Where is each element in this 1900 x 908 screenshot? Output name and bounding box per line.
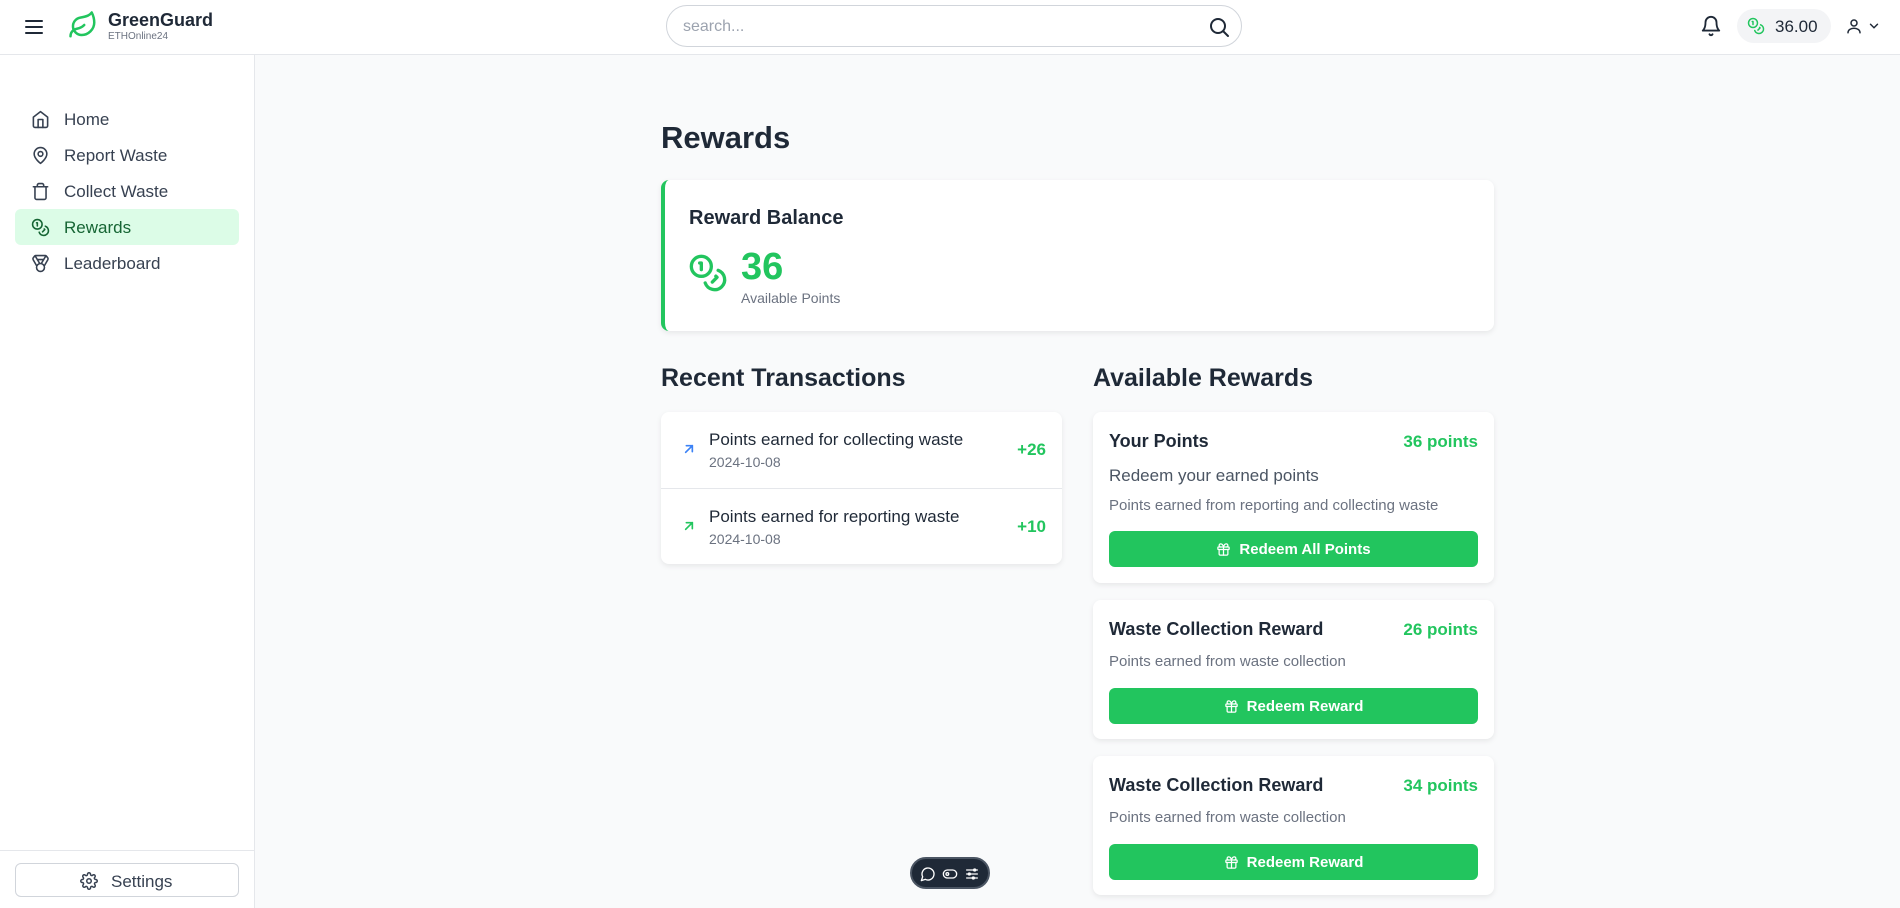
transaction-amount: +26: [1017, 440, 1046, 459]
brand: GreenGuard ETHOnline24: [108, 10, 213, 43]
home-icon: [32, 110, 49, 129]
reward-points: 36 points: [1403, 432, 1478, 451]
settings-sliders-icon[interactable]: [964, 866, 980, 882]
settings-label: Settings: [111, 872, 173, 891]
transaction-date: 2024-10-08: [709, 454, 781, 470]
sidebar-item-label: Home: [64, 110, 110, 129]
settings-button[interactable]: Settings: [15, 863, 239, 897]
transaction-amount: +10: [1017, 517, 1046, 536]
reward-description: Points earned from waste collection: [1109, 809, 1346, 826]
reward-card-waste-collection: Waste Collection Reward 26 points Points…: [1093, 600, 1494, 739]
sidebar-item-home[interactable]: Home: [15, 101, 239, 137]
coins-icon: [31, 218, 50, 237]
arrow-up-right-icon: [684, 521, 694, 531]
coins-icon: [689, 254, 727, 292]
toggle-icon[interactable]: [942, 866, 958, 882]
balance-chip[interactable]: 36.00: [1737, 9, 1831, 43]
sidebar-item-label: Leaderboard: [64, 254, 161, 273]
coins-icon: [1747, 17, 1765, 35]
reward-name: Waste Collection Reward: [1109, 775, 1324, 795]
reward-points: 26 points: [1403, 620, 1478, 639]
sidebar-item-label: Report Waste: [64, 146, 168, 165]
transactions-list: Points earned for collecting waste 2024-…: [661, 412, 1062, 564]
brand-subtitle: ETHOnline24: [108, 31, 169, 42]
reward-name: Your Points: [1109, 431, 1209, 451]
card-title: Reward Balance: [689, 207, 844, 229]
redeem-reward-button[interactable]: Redeem Reward: [1109, 844, 1478, 880]
reward-card-your-points: Your Points 36 points Redeem your earned…: [1093, 412, 1494, 583]
button-label: Redeem Reward: [1246, 853, 1364, 871]
arrow-up-right-icon: [684, 444, 694, 454]
reward-points: 34 points: [1403, 776, 1478, 795]
reward-description: Points earned from reporting and collect…: [1109, 497, 1439, 514]
search-icon[interactable]: [1207, 15, 1231, 39]
button-label: Redeem Reward: [1246, 697, 1364, 715]
map-pin-icon: [33, 146, 48, 165]
rewards-heading: Available Rewards: [1093, 364, 1314, 392]
bell-icon[interactable]: [1700, 15, 1722, 37]
user-menu[interactable]: [1845, 15, 1885, 37]
sidebar-item-rewards[interactable]: Rewards: [15, 209, 239, 245]
sidebar-item-collect-waste[interactable]: Collect Waste: [15, 173, 239, 209]
transaction-date: 2024-10-08: [709, 531, 781, 547]
sidebar: Home Report Waste Collect Waste Rewards …: [0, 55, 255, 908]
top-header: GreenGuard ETHOnline24 36.00: [0, 0, 1900, 55]
transactions-heading: Recent Transactions: [661, 364, 906, 392]
leaf-logo-icon: [68, 10, 98, 40]
transaction-description: Points earned for collecting waste: [709, 430, 964, 449]
gift-icon: [1217, 542, 1231, 556]
trash-icon: [32, 182, 49, 201]
redeem-reward-button[interactable]: Redeem Reward: [1109, 688, 1478, 724]
transaction-description: Points earned for reporting waste: [709, 507, 960, 526]
page-title: Rewards: [661, 120, 791, 155]
points-value: 36: [741, 246, 784, 288]
sidebar-item-report-waste[interactable]: Report Waste: [15, 137, 239, 173]
gift-icon: [1224, 855, 1238, 869]
reward-balance-card: Reward Balance 36 Available Points: [661, 180, 1494, 331]
button-label: Redeem All Points: [1239, 540, 1371, 558]
brand-name: GreenGuard: [108, 10, 214, 30]
user-icon: [1847, 19, 1861, 34]
sidebar-item-label: Rewards: [64, 218, 132, 237]
redeem-all-points-button[interactable]: Redeem All Points: [1109, 531, 1478, 567]
reward-subtitle: Redeem your earned points: [1109, 466, 1319, 485]
gear-icon: [80, 872, 98, 890]
chat-icon[interactable]: [920, 866, 936, 882]
reward-description: Points earned from waste collection: [1109, 653, 1346, 670]
menu-icon[interactable]: [22, 15, 46, 39]
search-input[interactable]: [683, 16, 1163, 38]
floating-toolbar: [910, 857, 990, 889]
balance-value: 36.00: [1775, 17, 1818, 36]
sidebar-footer: Settings: [0, 850, 254, 908]
list-item: Points earned for collecting waste 2024-…: [661, 412, 1062, 488]
list-item: Points earned for reporting waste 2024-1…: [661, 488, 1062, 564]
search-bar: [666, 5, 1242, 47]
gift-icon: [1224, 699, 1238, 713]
sidebar-item-leaderboard[interactable]: Leaderboard: [15, 245, 239, 281]
medal-icon: [32, 254, 49, 273]
points-caption: Available Points: [741, 290, 841, 306]
sidebar-item-label: Collect Waste: [64, 182, 169, 201]
reward-card-waste-collection: Waste Collection Reward 34 points Points…: [1093, 756, 1494, 895]
chevron-down-icon: [1869, 23, 1879, 29]
reward-name: Waste Collection Reward: [1109, 619, 1324, 639]
